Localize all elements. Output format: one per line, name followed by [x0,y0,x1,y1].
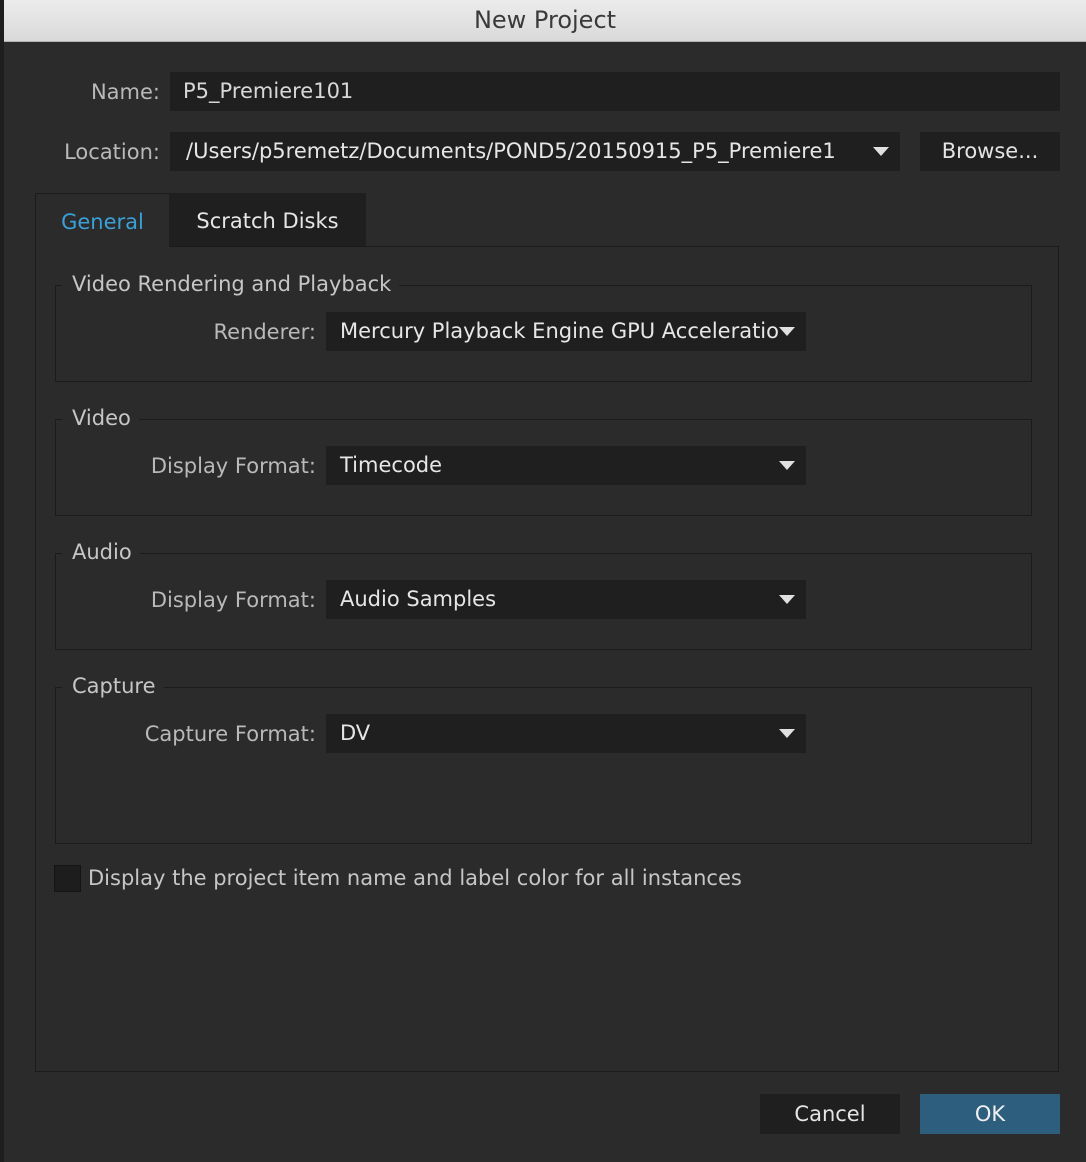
location-dropdown[interactable]: /Users/p5remetz/Documents/POND5/20150915… [170,132,900,171]
window-title: New Project [473,6,617,34]
chevron-down-icon[interactable] [779,327,795,336]
window-edge [0,0,4,1162]
video-display-format-label: Display Format: [150,454,316,478]
title-bar: New Project [4,0,1086,42]
tab-scratch-disks[interactable]: Scratch Disks [169,193,366,246]
audio-display-format-dropdown[interactable]: Audio Samples [326,580,806,619]
location-value: /Users/p5remetz/Documents/POND5/20150915… [186,139,836,163]
new-project-dialog: New Project Name: P5_Premiere101 Locatio… [0,0,1086,1162]
video-group-title: Video [62,403,139,433]
rendering-group-title: Video Rendering and Playback [62,269,400,299]
browse-button[interactable]: Browse... [920,132,1060,171]
video-display-format-value: Timecode [340,453,443,477]
tab-general[interactable]: General [35,193,169,247]
chevron-down-icon[interactable] [779,595,795,604]
capture-format-dropdown[interactable]: DV [326,714,806,753]
chevron-down-icon[interactable] [779,729,795,738]
video-display-format-dropdown[interactable]: Timecode [326,446,806,485]
capture-group-title: Capture [62,671,164,701]
display-label-color-text: Display the project item name and label … [88,866,742,890]
name-label: Name: [90,80,160,104]
capture-group [55,687,1032,844]
name-input[interactable]: P5_Premiere101 [170,72,1060,111]
location-label: Location: [64,140,160,164]
renderer-dropdown[interactable]: Mercury Playback Engine GPU Acceleratio [326,312,806,351]
renderer-label: Renderer: [213,320,316,344]
capture-format-label: Capture Format: [144,722,316,746]
chevron-down-icon[interactable] [873,147,889,156]
display-label-color-checkbox[interactable] [54,865,81,892]
audio-display-format-label: Display Format: [150,588,316,612]
chevron-down-icon[interactable] [779,461,795,470]
cancel-button[interactable]: Cancel [760,1094,900,1134]
renderer-value: Mercury Playback Engine GPU Acceleratio [340,319,779,343]
ok-button[interactable]: OK [920,1094,1060,1134]
audio-group-title: Audio [62,537,140,567]
audio-display-format-value: Audio Samples [340,587,497,611]
capture-format-value: DV [340,721,371,745]
